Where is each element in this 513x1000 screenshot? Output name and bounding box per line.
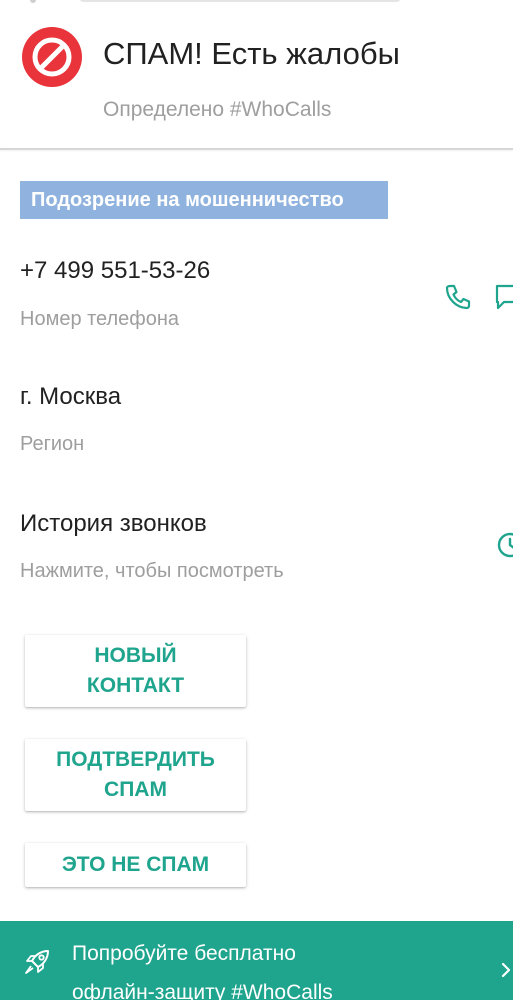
clock-icon[interactable] [495, 530, 513, 560]
phone-number-label: Номер телефона [20, 308, 180, 330]
phone-number: +7 499 551-53-26 [20, 257, 211, 284]
region-label: Регион [20, 433, 85, 455]
fraud-suspicion-badge: Подозрение на мошенничество [20, 181, 388, 219]
phone-icon[interactable] [443, 282, 473, 312]
spam-status-title: СПАМ! Есть жалобы [103, 36, 400, 71]
previous-card-edge [0, 0, 513, 3]
promo-text: Попробуйте бесплатно офлайн-защиту #WhoC… [72, 942, 333, 1000]
confirm-spam-button[interactable]: ПОДТВЕРДИТЬ СПАМ [25, 739, 246, 811]
offline-protection-promo-banner[interactable]: Попробуйте бесплатно офлайн-защиту #WhoC… [0, 921, 513, 1000]
call-history-title[interactable]: История звонков [20, 510, 207, 538]
call-history-hint[interactable]: Нажмите, чтобы посмотреть [20, 560, 284, 583]
divider-dot [30, 0, 36, 3]
not-spam-button[interactable]: ЭТО НЕ СПАМ [25, 843, 246, 887]
caller-info-screen: СПАМ! Есть жалобы Определено #WhoCalls П… [0, 0, 513, 1000]
rocket-icon [25, 950, 49, 974]
chevron-right-icon[interactable] [500, 958, 513, 982]
block-icon [22, 27, 82, 87]
detected-by-subtitle: Определено #WhoCalls [103, 98, 332, 121]
message-icon[interactable] [494, 282, 513, 312]
region-value: г. Москва [20, 383, 122, 410]
caller-header-card: СПАМ! Есть жалобы Определено #WhoCalls [0, 0, 513, 150]
divider-bar [80, 0, 400, 2]
new-contact-button[interactable]: НОВЫЙ КОНТАКТ [25, 635, 246, 707]
